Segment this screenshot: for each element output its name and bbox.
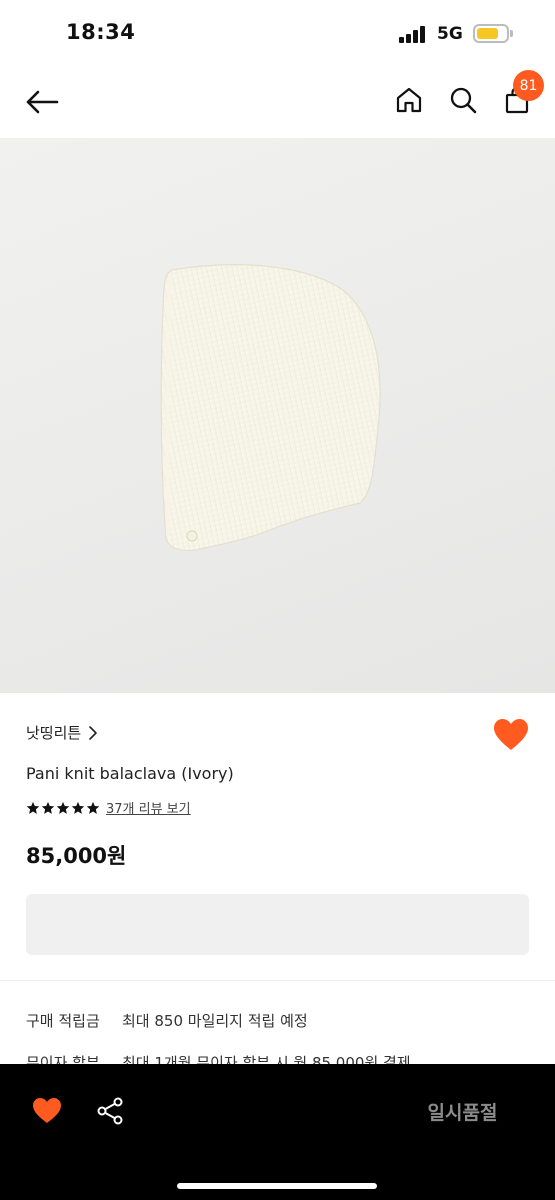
home-icon[interactable] [391, 82, 427, 118]
balaclava-photo [160, 264, 381, 552]
product-title: Pani knit balaclava (Ivory) [26, 764, 234, 783]
option-placeholder [26, 894, 529, 955]
home-indicator [177, 1183, 377, 1189]
battery-cap [510, 30, 513, 37]
network-type: 5G [437, 24, 463, 44]
battery-icon [473, 24, 509, 43]
star-icon [56, 801, 70, 814]
info-row-points: 구매 적립금 최대 850 마일리지 적립 예정 [26, 1010, 308, 1031]
chevron-right-icon [89, 725, 98, 740]
status-time: 18:34 [66, 20, 136, 44]
product-image[interactable] [0, 138, 555, 693]
wishlist-heart-icon[interactable] [493, 718, 529, 752]
divider [0, 980, 555, 981]
star-icon [71, 801, 85, 814]
star-icon [26, 801, 40, 814]
brand-link[interactable]: 낫띵리튼 [26, 722, 99, 743]
info-value: 최대 850 마일리지 적립 예정 [122, 1012, 308, 1030]
heart-icon[interactable] [32, 1097, 62, 1125]
battery-level [477, 28, 498, 39]
bottom-action-bar: 일시품절 [0, 1064, 555, 1200]
sold-out-button[interactable]: 일시품절 [400, 1094, 525, 1128]
star-icon [41, 801, 55, 814]
share-icon[interactable] [95, 1096, 125, 1126]
cart-count-badge[interactable]: 81 [513, 70, 544, 101]
cellular-signal-icon [399, 25, 429, 43]
star-icon [86, 801, 100, 814]
brand-name: 낫띵리튼 [26, 724, 82, 742]
arrow-left-icon[interactable] [22, 82, 62, 122]
search-icon[interactable] [445, 82, 481, 118]
product-price: 85,000원 [26, 844, 127, 868]
review-link[interactable]: 37개 리뷰 보기 [106, 798, 191, 817]
rating-row: 37개 리뷰 보기 [26, 798, 191, 817]
status-bar: 18:34 5G [0, 0, 555, 64]
nav-bar [0, 64, 555, 138]
rating-stars [26, 801, 100, 815]
info-label: 구매 적립금 [26, 1012, 100, 1030]
